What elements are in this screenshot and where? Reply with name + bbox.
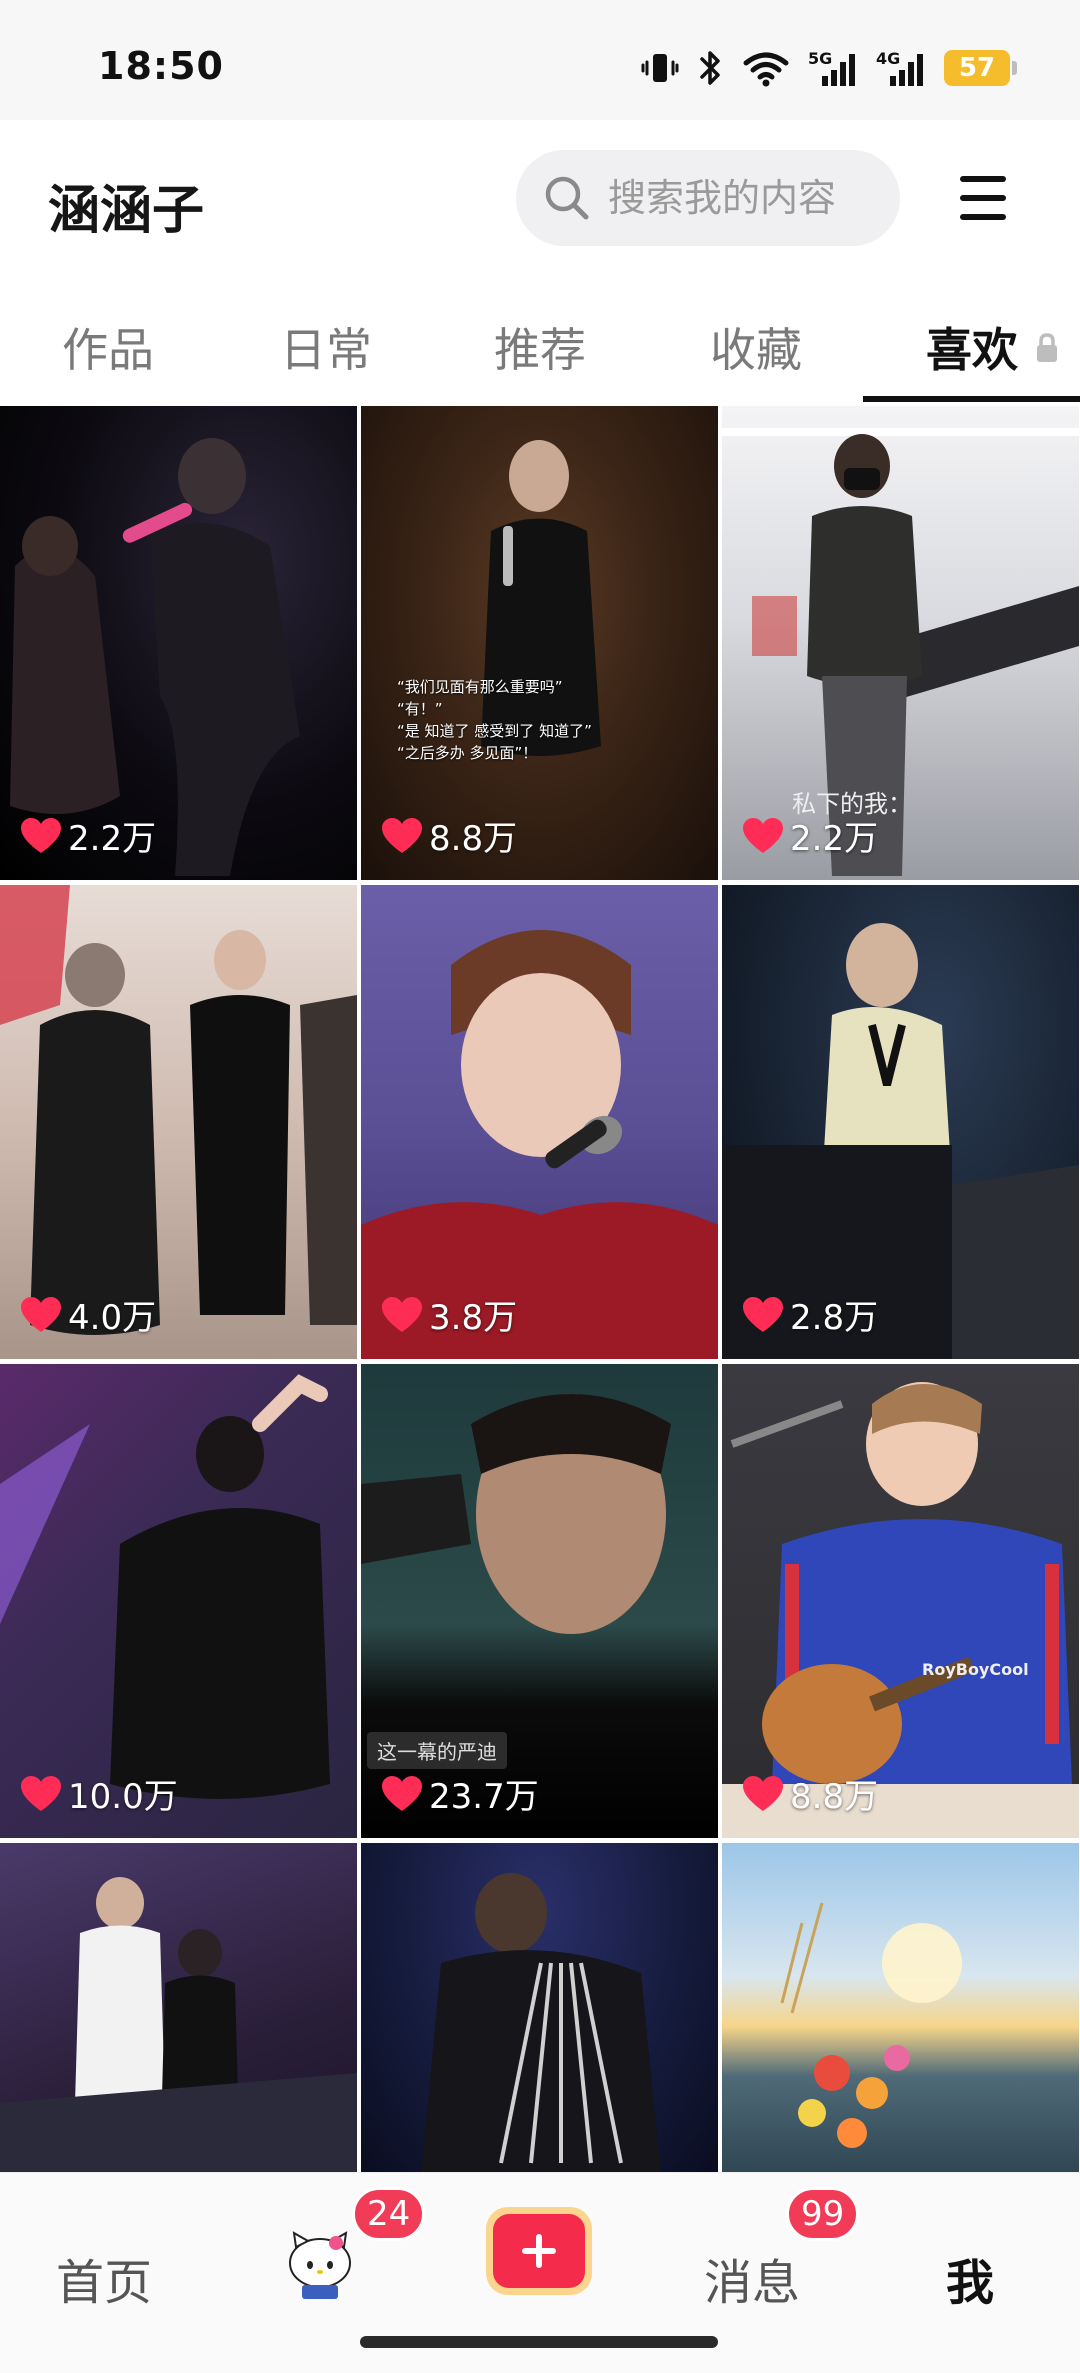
- video-caption: “我们见面有那么重要吗” “有！” “是 知道了 感受到了 知道了” “之后多办…: [397, 676, 592, 764]
- heart-icon: [743, 1296, 783, 1332]
- create-button-inner: [493, 2214, 585, 2288]
- messages-notification-badge: 99: [786, 2187, 860, 2241]
- performer-back-silhouette: [421, 1873, 661, 2176]
- hamburger-menu-icon[interactable]: [960, 176, 1006, 220]
- like-count: 8.8万: [381, 811, 517, 860]
- caption-line: “之后多办 多见面”！: [397, 744, 538, 762]
- performer-silhouette: [10, 438, 300, 876]
- video-tag: 这一幕的严迪: [367, 1732, 507, 1769]
- heart-icon: [21, 817, 61, 853]
- video-thumbnail[interactable]: 2.2万: [0, 406, 357, 880]
- nav-friends[interactable]: [280, 2223, 360, 2303]
- like-count: 4.0万: [20, 1290, 156, 1339]
- like-count-text: 8.8万: [790, 1777, 879, 1817]
- tab-daily[interactable]: 日常: [280, 314, 372, 380]
- wifi-icon: [743, 52, 789, 87]
- like-count: 2.2万: [20, 811, 156, 860]
- profile-header: 涵涵子: [0, 120, 1080, 280]
- 5g-signal-icon: 5G: [808, 49, 855, 86]
- nav-messages[interactable]: 消息: [704, 2243, 800, 2313]
- like-count: 10.0万: [20, 1769, 178, 1818]
- menu-line: [960, 176, 1006, 182]
- menu-line: [960, 214, 1006, 220]
- tab-likes[interactable]: 喜欢: [926, 314, 1018, 380]
- menu-line: [960, 195, 1006, 201]
- like-count: 3.8万: [381, 1290, 517, 1339]
- like-count-text: 10.0万: [68, 1777, 178, 1817]
- performer-silhouette: [481, 440, 601, 756]
- battery-indicator: 57: [944, 50, 1017, 86]
- like-count-text: 2.2万: [790, 819, 879, 859]
- like-count-text: 8.8万: [429, 819, 518, 859]
- caption-line: “是 知道了 感受到了 知道了”: [397, 722, 592, 740]
- like-count-text: 3.8万: [429, 1298, 518, 1338]
- lock-icon: [1037, 333, 1057, 362]
- like-count-text: 4.0万: [68, 1298, 157, 1338]
- heart-icon: [21, 1775, 61, 1811]
- heart-icon: [743, 817, 783, 853]
- status-time: 18:50: [98, 44, 224, 88]
- video-thumbnail[interactable]: [361, 1843, 718, 2176]
- search-box[interactable]: [516, 150, 900, 246]
- nav-home[interactable]: 首页: [56, 2243, 152, 2313]
- video-thumbnail[interactable]: 私下的我： 2.2万: [722, 406, 1079, 880]
- flower-scene: [780, 1902, 962, 2148]
- performer-silhouette: [722, 923, 1079, 1359]
- heart-icon: [382, 1775, 422, 1811]
- like-count-text: 23.7万: [429, 1777, 539, 1817]
- vibrate-icon: [641, 54, 679, 82]
- guitarist-silhouette: [722, 1382, 1079, 1838]
- like-count: 23.7万: [381, 1769, 539, 1818]
- like-count: 2.8万: [742, 1290, 878, 1339]
- status-bar: 18:50 5G 4G 57: [0, 0, 1080, 120]
- video-thumbnail[interactable]: 这一幕的严迪 23.7万: [361, 1364, 718, 1838]
- hello-kitty-avatar-icon: [289, 2231, 351, 2299]
- video-thumbnail[interactable]: 4.0万: [0, 885, 357, 1359]
- nav-me[interactable]: 我: [946, 2243, 994, 2313]
- singer-silhouette: [361, 930, 718, 1359]
- caption-line: “我们见面有那么重要吗”: [397, 678, 563, 696]
- tab-works[interactable]: 作品: [62, 314, 154, 380]
- tab-recommend[interactable]: 推荐: [494, 314, 586, 380]
- heart-icon: [743, 1775, 783, 1811]
- status-icons: 5G 4G 57: [640, 44, 1017, 92]
- 4g-label: 4G: [876, 49, 900, 68]
- home-indicator[interactable]: [360, 2336, 718, 2348]
- video-thumbnail[interactable]: 2.8万: [722, 885, 1079, 1359]
- like-count-text: 2.2万: [68, 819, 157, 859]
- active-tab-indicator: [863, 396, 1080, 402]
- group-silhouette: [0, 1877, 357, 2176]
- 4g-signal-icon: 4G: [876, 49, 923, 86]
- bluetooth-icon: [700, 51, 720, 85]
- search-icon: [545, 176, 589, 220]
- content-tabs: 作品 日常 推荐 收藏 喜欢: [0, 280, 1080, 404]
- video-thumbnail[interactable]: RoyBoyCool 8.8万: [722, 1364, 1079, 1838]
- like-count: 8.8万: [742, 1769, 878, 1818]
- heart-icon: [382, 1296, 422, 1332]
- tab-favorites[interactable]: 收藏: [710, 314, 802, 380]
- username: 涵涵子: [48, 181, 205, 241]
- video-thumbnail[interactable]: [722, 1843, 1079, 2176]
- video-overlay-text: RoyBoyCool: [922, 1660, 1029, 1679]
- scene-silhouette: [0, 885, 357, 1335]
- dancer-silhouette: [0, 1374, 330, 1799]
- heart-icon: [21, 1296, 61, 1332]
- like-count: 2.2万: [742, 811, 878, 860]
- heart-icon: [382, 817, 422, 853]
- create-button[interactable]: [486, 2207, 592, 2295]
- battery-level: 57: [958, 53, 996, 83]
- video-thumbnail[interactable]: 3.8万: [361, 885, 718, 1359]
- caption-line: “有！”: [397, 700, 443, 718]
- search-input[interactable]: [608, 176, 898, 220]
- video-thumbnail[interactable]: 10.0万: [0, 1364, 357, 1838]
- video-thumbnail[interactable]: [0, 1843, 357, 2176]
- plus-icon: [522, 2234, 556, 2268]
- friends-notification-badge: 24: [352, 2187, 426, 2241]
- like-count-text: 2.8万: [790, 1298, 879, 1338]
- 5g-label: 5G: [808, 49, 832, 68]
- video-thumbnail[interactable]: “我们见面有那么重要吗” “有！” “是 知道了 感受到了 知道了” “之后多办…: [361, 406, 718, 880]
